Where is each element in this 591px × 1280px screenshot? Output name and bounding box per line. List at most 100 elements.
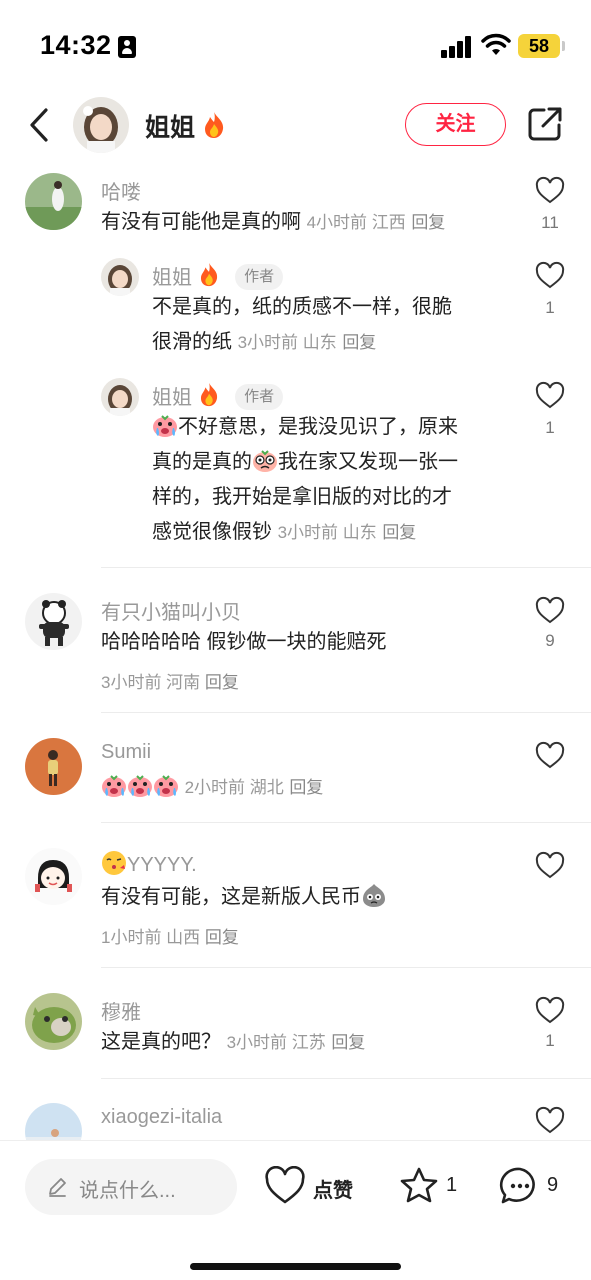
comment-username[interactable]: 穆雅	[101, 996, 141, 1025]
reply-button[interactable]: 回复	[289, 778, 323, 797]
comment-meta: 4小时前 江西	[306, 213, 406, 232]
reply-button[interactable]: 回复	[342, 333, 376, 352]
commenter-avatar[interactable]	[25, 848, 82, 905]
divider	[101, 822, 591, 823]
comment-username[interactable]: Sumii	[101, 741, 151, 764]
like-post-label: 点赞	[313, 1180, 353, 1202]
like-button[interactable]	[530, 381, 570, 409]
back-button[interactable]	[22, 104, 58, 146]
reply-text-line: 感觉很像假钞 3小时前 山东 回复	[152, 515, 522, 550]
comment-meta: 3小时前 江苏	[226, 1033, 326, 1052]
like-button[interactable]	[530, 176, 570, 204]
author-tag: 作者	[235, 264, 284, 290]
replier-avatar[interactable]	[101, 258, 139, 296]
reply-text-segment: 真的是真的	[152, 451, 252, 473]
heart-icon	[535, 261, 565, 289]
crying-emoji-icon	[128, 775, 152, 797]
heart-icon	[535, 851, 565, 879]
like-post-button[interactable]: 点赞	[264, 1165, 359, 1209]
comment-body: 有没有可能，这是新版人民币	[101, 886, 361, 908]
comment-body: 有没有可能他是真的啊	[101, 211, 301, 233]
home-indicator[interactable]	[190, 1263, 401, 1270]
status-bar: 14:32 58	[0, 0, 591, 92]
comment-username[interactable]: 哈喽	[101, 176, 141, 205]
replier-avatar[interactable]	[101, 378, 139, 416]
comment-text: 有没有可能他是真的啊 4小时前 江西 回复	[101, 205, 521, 240]
reply-button[interactable]: 回复	[331, 1033, 365, 1052]
share-button[interactable]	[525, 104, 565, 144]
divider	[101, 712, 591, 713]
comment-username-text[interactable]: YYYYY.	[127, 854, 197, 876]
like-button[interactable]	[530, 851, 570, 879]
comment-text: 哈哈哈哈哈 假钞做一块的能赔死	[101, 631, 387, 653]
battery-tip	[562, 41, 565, 51]
fire-emoji-icon	[200, 262, 217, 287]
avatar-image	[25, 848, 82, 905]
reply-username-text[interactable]: 姐姐	[152, 267, 192, 289]
like-count: 9	[545, 631, 555, 650]
author-name-text: 姐姐	[145, 114, 196, 142]
comment-username[interactable]: xiaogezi-italia	[101, 1106, 222, 1129]
avatar-image	[25, 738, 82, 795]
reply-text-segment: 我在家又发现一张一	[278, 451, 458, 473]
back-arrow-icon	[30, 108, 48, 142]
reply-text-line: 不好意思，是我没见识了，原来	[152, 410, 522, 445]
reply-text-segment: 不好意思，是我没见识了，原来	[178, 416, 458, 438]
bottom-action-bar: 说点什么... 点赞 1 9	[0, 1140, 591, 1280]
like-button[interactable]	[530, 996, 570, 1024]
avatar-image	[101, 258, 139, 296]
reply-text-line: 真的是真的 我在家又发现一张一	[152, 445, 522, 480]
reply-button[interactable]: 回复	[411, 213, 445, 232]
divider	[101, 567, 591, 568]
like-count: 1	[545, 1031, 555, 1050]
comment-username: YYYYY.	[101, 850, 197, 877]
author-avatar[interactable]	[73, 97, 129, 153]
collect-button[interactable]: 1	[398, 1165, 463, 1209]
like-button[interactable]	[530, 741, 570, 769]
comment-meta-line: 1小时前 山西 回复	[101, 923, 239, 948]
like-count: 1	[545, 418, 555, 437]
like-count: 11	[541, 213, 559, 232]
avatar-image	[25, 593, 82, 650]
share-icon	[528, 107, 562, 141]
commenter-avatar[interactable]	[25, 738, 82, 795]
reply-username-text[interactable]: 姐姐	[152, 387, 192, 409]
reply-username: 姐姐 作者	[152, 261, 284, 290]
nervous-emoji-icon	[253, 450, 277, 472]
avatar-image	[101, 378, 139, 416]
like-button[interactable]	[530, 261, 570, 289]
kiss-emoji-icon	[102, 851, 126, 875]
heart-icon	[535, 381, 565, 409]
comment-count-button[interactable]: 9	[499, 1165, 564, 1209]
divider	[101, 1078, 591, 1079]
commenter-avatar[interactable]	[25, 593, 82, 650]
heart-icon	[535, 596, 565, 624]
avatar-image	[73, 97, 129, 153]
reply-text-line: 很滑的纸 3小时前 山东 回复	[152, 325, 522, 360]
reply-text: 不是真的，纸的质感不一样，很脆 很滑的纸 3小时前 山东 回复	[152, 290, 522, 360]
battery-indicator: 58	[518, 34, 560, 58]
sad-blob-emoji-icon	[363, 884, 385, 907]
heart-icon	[265, 1166, 305, 1204]
heart-icon	[535, 996, 565, 1024]
commenter-avatar[interactable]	[25, 993, 82, 1050]
collect-count: 1	[446, 1174, 458, 1196]
comment-text: 有没有可能，这是新版人民币	[101, 880, 521, 915]
comment-input[interactable]: 说点什么...	[25, 1159, 237, 1215]
commenter-avatar[interactable]	[25, 173, 82, 230]
author-tag: 作者	[235, 384, 284, 410]
like-button[interactable]	[530, 1106, 570, 1134]
reply-button[interactable]: 回复	[205, 928, 239, 947]
avatar-image	[25, 173, 82, 230]
id-card-icon	[118, 36, 136, 58]
like-button[interactable]	[530, 596, 570, 624]
comment-username[interactable]: 有只小猫叫小贝	[101, 596, 241, 625]
heart-icon	[535, 1106, 565, 1134]
comment-meta: 3小时前 河南	[101, 673, 201, 692]
reply-button[interactable]: 回复	[205, 673, 239, 692]
wifi-icon	[481, 33, 511, 55]
crying-emoji-icon	[153, 415, 177, 437]
reply-button[interactable]: 回复	[382, 523, 416, 542]
crying-emoji-icon	[154, 775, 178, 797]
follow-button[interactable]: 关注	[405, 103, 506, 146]
